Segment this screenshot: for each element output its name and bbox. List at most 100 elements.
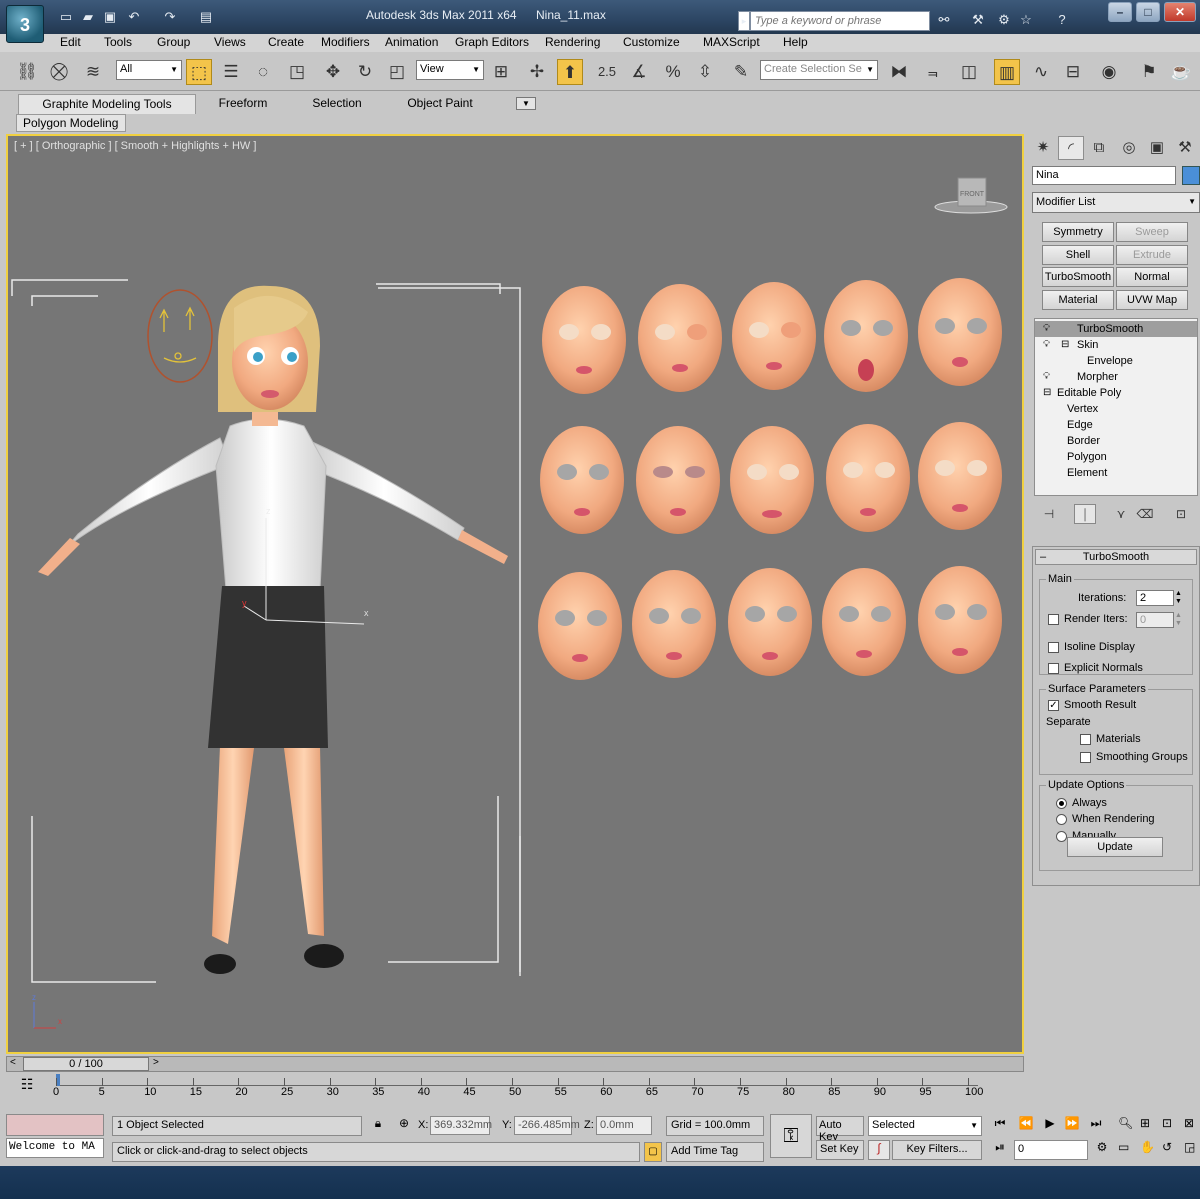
modifier-button[interactable]: TurboSmooth — [1042, 267, 1114, 287]
bulb-icon[interactable]: 💡︎ — [1043, 337, 1050, 353]
script-listener-input[interactable]: Welcome to MA — [6, 1138, 104, 1158]
undo-icon[interactable]: ↶ — [124, 8, 144, 26]
stack-item[interactable]: 💡︎ TurboSmooth — [1035, 321, 1197, 337]
track-ruler[interactable] — [56, 1074, 978, 1086]
modifier-button[interactable]: Shell — [1042, 245, 1114, 265]
face-rig-control[interactable] — [147, 289, 213, 383]
bulb-icon[interactable]: 💡︎ — [1043, 369, 1050, 385]
track-bar[interactable]: ☷ 0 5 10 15 20 25 30 35 40 45 50 55 60 65 70 75 80 85 90 95… — [6, 1074, 1024, 1104]
menu-views[interactable]: Views — [214, 35, 246, 49]
select-and-link-icon[interactable]: ⛓ — [14, 59, 40, 85]
pivot-center-icon[interactable]: ⊞ — [488, 59, 514, 85]
search-expand-icon[interactable]: ▸ — [738, 11, 750, 31]
auto-key-button[interactable]: Auto Key — [816, 1116, 864, 1143]
morph-head[interactable] — [538, 572, 622, 680]
help-search-input[interactable] — [750, 11, 930, 31]
y-coordinate-field[interactable]: -266.485mm — [514, 1116, 580, 1135]
absolute-mode-icon[interactable]: ⊕ — [396, 1116, 412, 1136]
layer-manager-icon[interactable]: ◫ — [956, 59, 982, 85]
spinner-snap-icon[interactable]: ⇳ — [692, 59, 718, 85]
mirror-icon[interactable]: ⧓ — [886, 59, 912, 85]
next-frame-icon[interactable]: > — [153, 1057, 159, 1068]
morph-head[interactable] — [918, 566, 1002, 674]
expand-icon[interactable]: ⊟ — [1043, 385, 1051, 401]
stack-item[interactable]: 💡︎ ⊟ Skin — [1035, 337, 1197, 353]
update-always-radio[interactable] — [1056, 798, 1067, 809]
modifier-button[interactable]: Normal — [1116, 267, 1188, 287]
morph-head[interactable] — [542, 286, 626, 394]
separate-materials-checkbox[interactable] — [1080, 734, 1091, 745]
select-manipulate-icon[interactable]: ✢ — [524, 59, 550, 85]
align-icon[interactable]: ⫬ — [920, 59, 946, 85]
subscription-icon[interactable]: ⚒ — [968, 11, 988, 29]
unlink-icon[interactable]: ⛒ — [46, 59, 72, 85]
motion-panel-icon[interactable]: ◎ — [1116, 136, 1142, 160]
menu-group[interactable]: Group — [157, 35, 190, 49]
morph-head[interactable] — [730, 426, 814, 534]
modifier-button[interactable]: Symmetry — [1042, 222, 1114, 242]
morph-head[interactable] — [824, 280, 908, 392]
remove-modifier-icon[interactable]: ⌫ — [1134, 504, 1156, 524]
modify-panel-icon[interactable]: ◜ — [1058, 136, 1084, 160]
modifier-button[interactable]: Extrude — [1116, 245, 1188, 265]
snaps-toggle-icon[interactable]: 2.5 — [594, 59, 620, 85]
next-key-icon[interactable]: ⏩ — [1062, 1116, 1082, 1136]
create-panel-icon[interactable]: ✷ — [1030, 136, 1056, 160]
explicit-normals-checkbox[interactable] — [1048, 663, 1059, 674]
select-by-name-icon[interactable]: ☰ — [218, 59, 244, 85]
show-end-result-icon[interactable]: ⏐ — [1074, 504, 1096, 524]
tab-graphite-modeling-tools[interactable]: Graphite Modeling Tools — [18, 94, 196, 114]
spinner-arrows-icon[interactable]: ▲ ▼ — [1175, 612, 1185, 628]
select-and-move-icon[interactable]: ✥ — [320, 59, 346, 85]
expand-icon[interactable]: ⊟ — [1061, 337, 1069, 353]
menu-customize[interactable]: Customize — [623, 35, 680, 49]
curve-editor-icon[interactable]: ∿ — [1028, 59, 1054, 85]
percent-snap-icon[interactable]: % — [660, 59, 686, 85]
menu-modifiers[interactable]: Modifiers — [321, 35, 370, 49]
stack-item[interactable]: Vertex — [1035, 401, 1197, 417]
zoom-icon[interactable]: 🔍︎ — [1118, 1116, 1136, 1136]
script-listener-top[interactable] — [6, 1114, 104, 1136]
time-slider[interactable]: < 0 / 100 > — [6, 1056, 1024, 1072]
rollout-header[interactable]: – TurboSmooth — [1035, 549, 1197, 565]
modifier-button[interactable]: Sweep — [1116, 222, 1188, 242]
set-key-button[interactable]: Set Key — [816, 1140, 864, 1160]
object-color-swatch[interactable] — [1182, 166, 1200, 185]
select-and-rotate-icon[interactable]: ↻ — [352, 59, 378, 85]
stack-item[interactable]: 💡︎ Morpher — [1035, 369, 1197, 385]
stack-item[interactable]: Polygon — [1035, 449, 1197, 465]
previous-key-icon[interactable]: ⏪ — [1016, 1116, 1036, 1136]
selection-lock-icon[interactable]: 🔒︎ — [370, 1116, 386, 1136]
previous-frame-icon[interactable]: < — [10, 1057, 16, 1068]
spinner-arrows-icon[interactable]: ▲ ▼ — [1175, 590, 1185, 606]
modifier-list-dropdown[interactable]: Modifier List ▼ — [1032, 192, 1200, 213]
reference-coordinate-dropdown[interactable]: View ▼ — [416, 60, 484, 80]
update-button[interactable]: Update — [1067, 837, 1163, 857]
named-selection-set-dropdown[interactable]: Create Selection Se ▼ — [760, 60, 878, 80]
render-production-icon[interactable]: ☕ — [1168, 59, 1194, 85]
display-panel-icon[interactable]: ▣ — [1144, 136, 1170, 160]
ribbon-panel-polygon-modeling[interactable]: Polygon Modeling — [16, 114, 126, 132]
iterations-spinner[interactable]: 2 — [1136, 590, 1174, 606]
tab-freeform[interactable]: Freeform — [200, 94, 286, 114]
morph-head[interactable] — [638, 284, 722, 392]
stack-item[interactable]: ⊟ Editable Poly — [1035, 385, 1197, 401]
open-file-icon[interactable]: ▰ — [78, 8, 98, 26]
time-configuration-icon[interactable]: ⚙ — [1092, 1140, 1112, 1160]
stack-item[interactable]: Border — [1035, 433, 1197, 449]
minimize-button[interactable]: – — [1108, 2, 1132, 22]
keyboard-shortcut-override-icon[interactable]: ⬆ — [557, 59, 583, 85]
menu-graph-editors[interactable]: Graph Editors — [455, 35, 529, 49]
zoom-region-icon[interactable]: ▭ — [1118, 1140, 1136, 1160]
morph-head[interactable] — [822, 568, 906, 676]
render-iters-checkbox[interactable] — [1048, 614, 1059, 625]
ribbon-options-icon[interactable]: ▼ — [516, 97, 536, 110]
modifier-button[interactable]: Material — [1042, 290, 1114, 310]
play-icon[interactable]: ▶ — [1040, 1116, 1060, 1136]
morph-head[interactable] — [636, 426, 720, 534]
character-nina[interactable]: z x y — [38, 285, 508, 974]
stack-item[interactable]: Envelope — [1035, 353, 1197, 369]
morph-head[interactable] — [540, 426, 624, 534]
object-name-field[interactable]: Nina — [1032, 166, 1176, 185]
default-in-out-tangents-icon[interactable]: ∫ — [868, 1140, 890, 1160]
